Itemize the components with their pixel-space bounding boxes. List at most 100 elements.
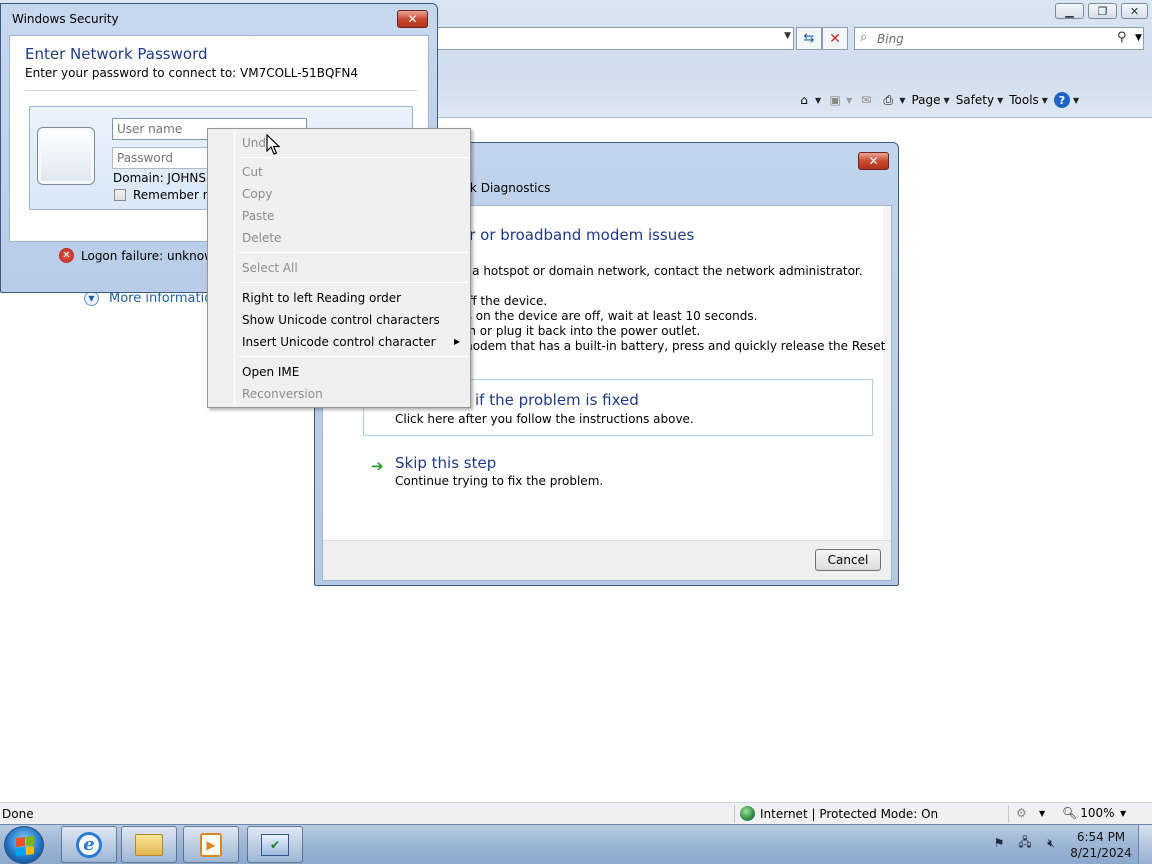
- windows-logo-icon: [16, 836, 34, 856]
- close-icon: ✕: [868, 154, 879, 168]
- chevron-down-icon[interactable]: ▼: [1120, 809, 1126, 818]
- chevron-down-icon[interactable]: ▼: [1039, 809, 1045, 818]
- network-diagnostics-icon: ✔: [261, 833, 289, 856]
- home-button[interactable]: ⌂ ▼: [796, 92, 821, 108]
- start-button[interactable]: [4, 826, 44, 864]
- system-tray: ⚑ 🖧︎ 🔇︎: [990, 835, 1060, 851]
- search-input[interactable]: ⌕ Bing ⚲ ▼: [854, 27, 1144, 50]
- menu-item-copy[interactable]: Copy: [242, 185, 272, 203]
- minimize-button[interactable]: ▁: [1055, 3, 1084, 19]
- status-text: Done: [2, 807, 34, 821]
- expand-icon: ▼: [84, 291, 99, 306]
- help-icon: ?: [1053, 92, 1070, 108]
- diagnostics-close-button[interactable]: ✕: [858, 152, 889, 170]
- mail-button[interactable]: ✉: [858, 92, 874, 108]
- feeds-button[interactable]: ▣ ▼: [827, 92, 852, 108]
- instruction-line: o a hotspot or domain network, contact t…: [461, 264, 863, 278]
- show-desktop-button[interactable]: [1138, 825, 1152, 864]
- chevron-down-icon: ▼: [997, 95, 1004, 105]
- security-zone-label: Internet | Protected Mode: On: [760, 806, 939, 821]
- clock[interactable]: 6:54 PM 8/21/2024: [1062, 829, 1140, 861]
- restore-button[interactable]: ❐: [1088, 3, 1117, 19]
- search-placeholder: Bing: [877, 32, 904, 46]
- error-icon: ✕: [59, 248, 74, 263]
- close-icon: ✕: [1129, 4, 1140, 18]
- zoom-level: 100%: [1080, 806, 1115, 820]
- dialog-footer: Cancel: [323, 540, 891, 580]
- tools-menu[interactable]: Tools ▼: [1009, 93, 1048, 107]
- network-status-icon[interactable]: 🖧︎: [1016, 835, 1034, 851]
- refresh-button[interactable]: ⇆: [796, 27, 822, 50]
- scrollbar[interactable]: [883, 206, 891, 540]
- taskbar-network-diagnostics[interactable]: ✔: [247, 826, 303, 863]
- menu-item-cut[interactable]: Cut: [242, 163, 263, 181]
- cancel-button[interactable]: Cancel: [815, 549, 881, 571]
- search-options-icon[interactable]: ▼: [1135, 33, 1142, 43]
- check-problem-fixed-title[interactable]: e if the problem is fixed: [461, 391, 639, 409]
- more-information-link[interactable]: ▼ More information: [84, 291, 220, 306]
- chevron-down-icon: ▼: [815, 95, 822, 105]
- menu-item-delete[interactable]: Delete: [242, 229, 281, 247]
- clock-time: 6:54 PM: [1076, 830, 1126, 844]
- menu-item-select-all[interactable]: Select All: [242, 259, 298, 277]
- check-problem-fixed-subtitle[interactable]: Click here after you follow the instruct…: [395, 412, 694, 426]
- home-icon: ⌂: [800, 93, 808, 107]
- user-avatar: [37, 127, 95, 185]
- zoom-control[interactable]: 🔍︎ 100%: [1062, 806, 1115, 820]
- print-icon: ⎙: [883, 92, 894, 107]
- zoom-icon: 🔍︎: [1062, 806, 1078, 820]
- chevron-down-icon: ▼: [899, 95, 906, 105]
- menu-item-rtl-reading-order[interactable]: Right to left Reading order: [242, 289, 401, 307]
- safety-menu-label: Safety: [955, 93, 995, 107]
- print-button[interactable]: ⎙ ▼: [880, 92, 906, 108]
- address-bar[interactable]: ▼: [438, 27, 794, 50]
- feed-icon: ▣: [829, 93, 841, 107]
- skip-step-subtitle[interactable]: Continue trying to fix the problem.: [395, 474, 603, 488]
- chevron-down-icon: ▼: [846, 95, 853, 105]
- action-center-flag-icon[interactable]: ⚑: [990, 835, 1008, 851]
- context-menu: Undo Cut Copy Paste Delete Select All Ri…: [207, 128, 471, 408]
- error-message: Logon failure: unknown: [81, 249, 222, 263]
- protected-mode-icon[interactable]: ⚙: [1016, 806, 1027, 820]
- volume-muted-icon[interactable]: 🔇︎: [1042, 835, 1060, 851]
- close-icon: ✕: [407, 12, 418, 26]
- address-dropdown-icon[interactable]: ▼: [784, 31, 791, 41]
- safety-menu[interactable]: Safety ▼: [956, 93, 1004, 107]
- skip-step-title[interactable]: Skip this step: [395, 454, 496, 472]
- instruction-line: on or plug it back into the power outlet…: [461, 324, 701, 338]
- security-zone[interactable]: Internet | Protected Mode: On: [740, 806, 938, 821]
- menu-item-insert-unicode[interactable]: Insert Unicode control character: [242, 333, 436, 351]
- page-menu[interactable]: Page ▼: [911, 93, 949, 107]
- help-menu[interactable]: ? ▼: [1053, 92, 1080, 108]
- menu-separator: [238, 356, 468, 357]
- menu-item-show-unicode[interactable]: Show Unicode control characters: [242, 311, 440, 329]
- menu-separator: [238, 252, 468, 253]
- page-menu-label: Page: [911, 93, 941, 107]
- stop-button[interactable]: ✕: [822, 27, 848, 50]
- menu-item-paste[interactable]: Paste: [242, 207, 274, 225]
- security-close-button[interactable]: ✕: [397, 10, 428, 28]
- mouse-cursor-icon: [266, 134, 280, 155]
- close-window-button[interactable]: ✕: [1121, 3, 1148, 19]
- taskbar-internet-explorer[interactable]: e: [61, 826, 117, 863]
- menu-separator: [238, 157, 468, 158]
- remember-credentials-checkbox[interactable]: [114, 189, 126, 201]
- minimize-icon: ▁: [1065, 4, 1074, 18]
- taskbar-media-player[interactable]: ▶: [183, 826, 239, 863]
- divider: [25, 90, 417, 91]
- folder-icon: [135, 833, 163, 856]
- page-title: Enter Network Password: [25, 45, 208, 63]
- problem-heading: er or broadband modem issues: [460, 226, 695, 244]
- restore-icon: ❐: [1097, 4, 1108, 18]
- instruction-line: ts on the device are off, wait at least …: [461, 309, 758, 323]
- stop-icon: ✕: [829, 30, 841, 47]
- taskbar: e ▶ ✔ ⚑ 🖧︎ 🔇︎ 6:54 PM 8/21/2024: [0, 824, 1152, 864]
- menu-item-open-ime[interactable]: Open IME: [242, 363, 299, 381]
- chevron-down-icon: ▼: [943, 95, 950, 105]
- menu-item-reconversion[interactable]: Reconversion: [242, 385, 323, 403]
- tools-menu-label: Tools: [1009, 93, 1039, 107]
- chevron-down-icon: ▼: [1072, 95, 1080, 105]
- search-go-icon[interactable]: ⚲: [1117, 30, 1127, 45]
- arrow-right-icon: ➔: [371, 457, 384, 475]
- taskbar-windows-explorer[interactable]: [121, 826, 177, 863]
